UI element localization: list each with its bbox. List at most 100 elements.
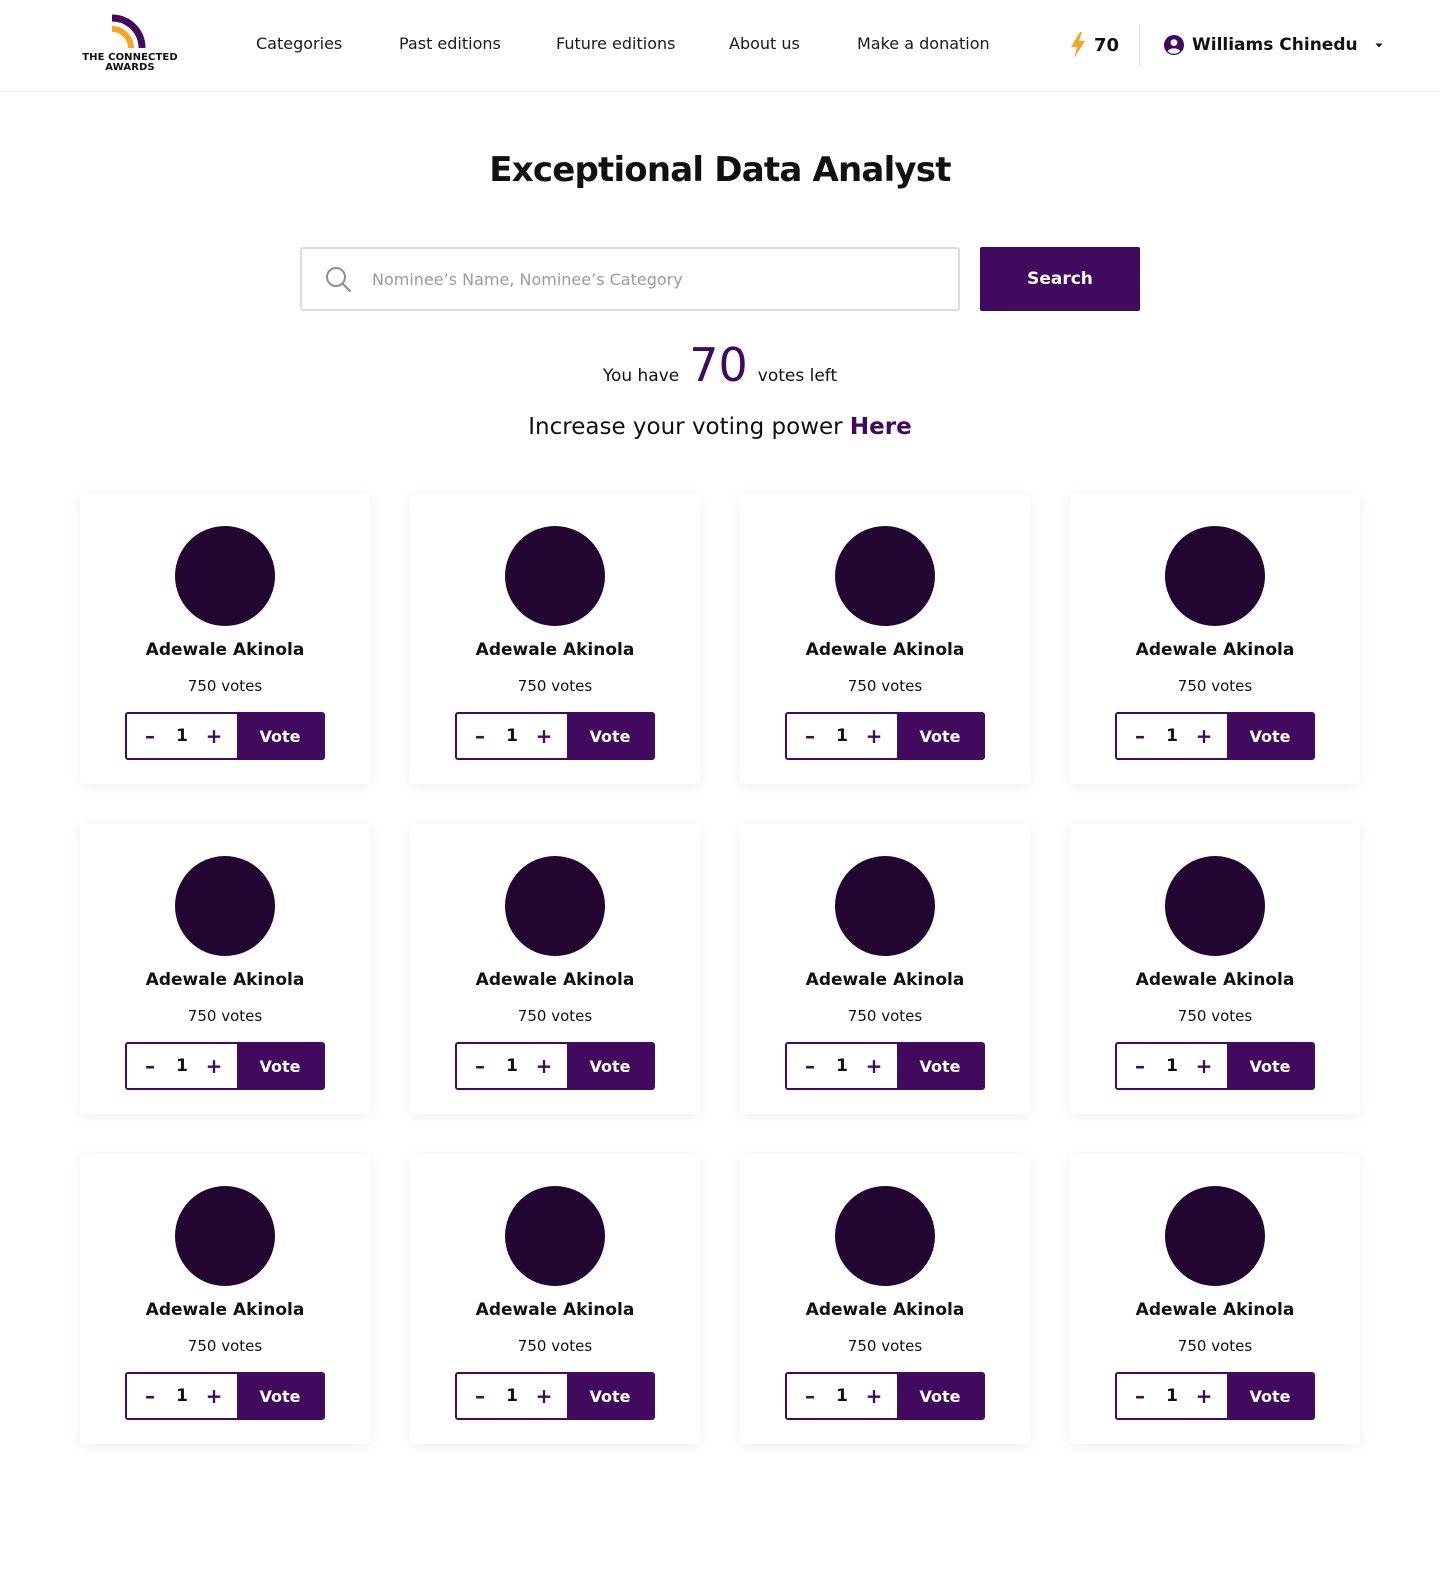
quantity-stepper: – 1 + bbox=[457, 1044, 567, 1088]
quantity-stepper: – 1 + bbox=[787, 714, 897, 758]
quantity-value[interactable]: 1 bbox=[1166, 726, 1178, 746]
vote-button[interactable]: Vote bbox=[237, 1044, 323, 1088]
nominee-avatar bbox=[1165, 1186, 1265, 1286]
nominee-vote-count: 750 votes bbox=[187, 677, 263, 695]
increase-button[interactable]: + bbox=[865, 1386, 883, 1406]
search-input[interactable] bbox=[372, 269, 932, 289]
nominee-avatar bbox=[835, 856, 935, 956]
caret-down-icon[interactable] bbox=[1372, 38, 1386, 52]
search-button[interactable]: Search bbox=[980, 247, 1140, 311]
quantity-value[interactable]: 1 bbox=[506, 1386, 518, 1406]
increase-button[interactable]: + bbox=[865, 726, 883, 746]
quantity-value[interactable]: 1 bbox=[1166, 1386, 1178, 1406]
decrease-button[interactable]: – bbox=[1131, 1056, 1149, 1076]
decrease-button[interactable]: – bbox=[1131, 1386, 1149, 1406]
nominee-vote-count: 750 votes bbox=[1177, 1337, 1253, 1355]
nav-item-past-editions[interactable]: Past editions bbox=[399, 33, 501, 55]
increase-button[interactable]: + bbox=[205, 1386, 223, 1406]
nominee-vote-count: 750 votes bbox=[847, 1007, 923, 1025]
decrease-button[interactable]: – bbox=[471, 1056, 489, 1076]
quantity-stepper: – 1 + bbox=[1117, 1044, 1227, 1088]
quantity-stepper: – 1 + bbox=[457, 714, 567, 758]
quantity-value[interactable]: 1 bbox=[176, 1386, 188, 1406]
nav-item-about-us[interactable]: About us bbox=[729, 33, 800, 55]
nav-item-categories[interactable]: Categories bbox=[256, 33, 342, 55]
decrease-button[interactable]: – bbox=[801, 1056, 819, 1076]
nominee-vote-count: 750 votes bbox=[517, 1337, 593, 1355]
user-menu[interactable]: Williams Chinedu bbox=[1164, 31, 1386, 59]
vote-button[interactable]: Vote bbox=[567, 1044, 653, 1088]
vote-button[interactable]: Vote bbox=[1227, 1044, 1313, 1088]
search-field[interactable] bbox=[300, 247, 960, 311]
increase-button[interactable]: + bbox=[535, 726, 553, 746]
user-name: Williams Chinedu bbox=[1192, 35, 1358, 55]
nav-item-make-a-donation[interactable]: Make a donation bbox=[857, 33, 990, 55]
increase-button[interactable]: + bbox=[205, 1056, 223, 1076]
increase-button[interactable]: + bbox=[535, 1056, 553, 1076]
increase-button[interactable]: + bbox=[1195, 726, 1213, 746]
vote-button[interactable]: Vote bbox=[897, 1374, 983, 1418]
nominee-card: Adewale Akinola 750 votes – 1 + Vote bbox=[740, 494, 1030, 784]
decrease-button[interactable]: – bbox=[141, 726, 159, 746]
decrease-button[interactable]: – bbox=[471, 726, 489, 746]
increase-voting-power-text: Increase your voting power bbox=[528, 414, 843, 440]
quantity-value[interactable]: 1 bbox=[176, 726, 188, 746]
search-icon bbox=[326, 267, 352, 293]
vote-button[interactable]: Vote bbox=[237, 1374, 323, 1418]
decrease-button[interactable]: – bbox=[801, 726, 819, 746]
decrease-button[interactable]: – bbox=[801, 1386, 819, 1406]
increase-button[interactable]: + bbox=[1195, 1056, 1213, 1076]
nominee-card: Adewale Akinola 750 votes – 1 + Vote bbox=[410, 494, 700, 784]
decrease-button[interactable]: – bbox=[141, 1056, 159, 1076]
vote-button[interactable]: Vote bbox=[567, 714, 653, 758]
quantity-stepper: – 1 + bbox=[787, 1374, 897, 1418]
quantity-value[interactable]: 1 bbox=[1166, 1056, 1178, 1076]
site-logo[interactable]: THE CONNECTED AWARDS bbox=[80, 14, 180, 76]
lightning-icon bbox=[1071, 32, 1085, 58]
vote-button[interactable]: Vote bbox=[897, 1044, 983, 1088]
quantity-value[interactable]: 1 bbox=[506, 726, 518, 746]
increase-voting-power: Increase your voting power Here bbox=[0, 414, 1440, 440]
nominee-name: Adewale Akinola bbox=[145, 640, 305, 660]
nominee-grid: Adewale Akinola 750 votes – 1 + Vote Ade… bbox=[80, 494, 1360, 1444]
nominee-name: Adewale Akinola bbox=[1135, 640, 1295, 660]
nav-item-future-editions[interactable]: Future editions bbox=[556, 33, 675, 55]
decrease-button[interactable]: – bbox=[1131, 726, 1149, 746]
votes-left-suffix: votes left bbox=[757, 366, 838, 386]
decrease-button[interactable]: – bbox=[141, 1386, 159, 1406]
vote-button[interactable]: Vote bbox=[1227, 1374, 1313, 1418]
nominee-card: Adewale Akinola 750 votes – 1 + Vote bbox=[1070, 494, 1360, 784]
nominee-vote-count: 750 votes bbox=[847, 677, 923, 695]
quantity-stepper: – 1 + bbox=[787, 1044, 897, 1088]
quantity-value[interactable]: 1 bbox=[836, 726, 848, 746]
increase-button[interactable]: + bbox=[205, 726, 223, 746]
vote-button[interactable]: Vote bbox=[1227, 714, 1313, 758]
nominee-name: Adewale Akinola bbox=[145, 970, 305, 990]
increase-button[interactable]: + bbox=[865, 1056, 883, 1076]
nominee-name: Adewale Akinola bbox=[475, 640, 635, 660]
vote-control: – 1 + Vote bbox=[125, 1042, 325, 1090]
quantity-value[interactable]: 1 bbox=[836, 1056, 848, 1076]
vote-control: – 1 + Vote bbox=[455, 1042, 655, 1090]
vote-button[interactable]: Vote bbox=[237, 714, 323, 758]
quantity-value[interactable]: 1 bbox=[506, 1056, 518, 1076]
increase-button[interactable]: + bbox=[1195, 1386, 1213, 1406]
nominee-card: Adewale Akinola 750 votes – 1 + Vote bbox=[80, 1154, 370, 1444]
vote-button[interactable]: Vote bbox=[897, 714, 983, 758]
increase-button[interactable]: + bbox=[535, 1386, 553, 1406]
vote-control: – 1 + Vote bbox=[125, 1372, 325, 1420]
quantity-value[interactable]: 1 bbox=[836, 1386, 848, 1406]
nominee-avatar bbox=[505, 1186, 605, 1286]
nominee-vote-count: 750 votes bbox=[517, 677, 593, 695]
quantity-stepper: – 1 + bbox=[1117, 714, 1227, 758]
increase-voting-power-link[interactable]: Here bbox=[850, 414, 912, 440]
nominee-vote-count: 750 votes bbox=[1177, 1007, 1253, 1025]
vote-control: – 1 + Vote bbox=[455, 712, 655, 760]
decrease-button[interactable]: – bbox=[471, 1386, 489, 1406]
quantity-value[interactable]: 1 bbox=[176, 1056, 188, 1076]
nominee-card: Adewale Akinola 750 votes – 1 + Vote bbox=[740, 1154, 1030, 1444]
vote-balance[interactable]: 70 bbox=[1070, 31, 1119, 59]
vote-button[interactable]: Vote bbox=[567, 1374, 653, 1418]
nominee-vote-count: 750 votes bbox=[517, 1007, 593, 1025]
logo-arcs-icon bbox=[111, 14, 146, 49]
